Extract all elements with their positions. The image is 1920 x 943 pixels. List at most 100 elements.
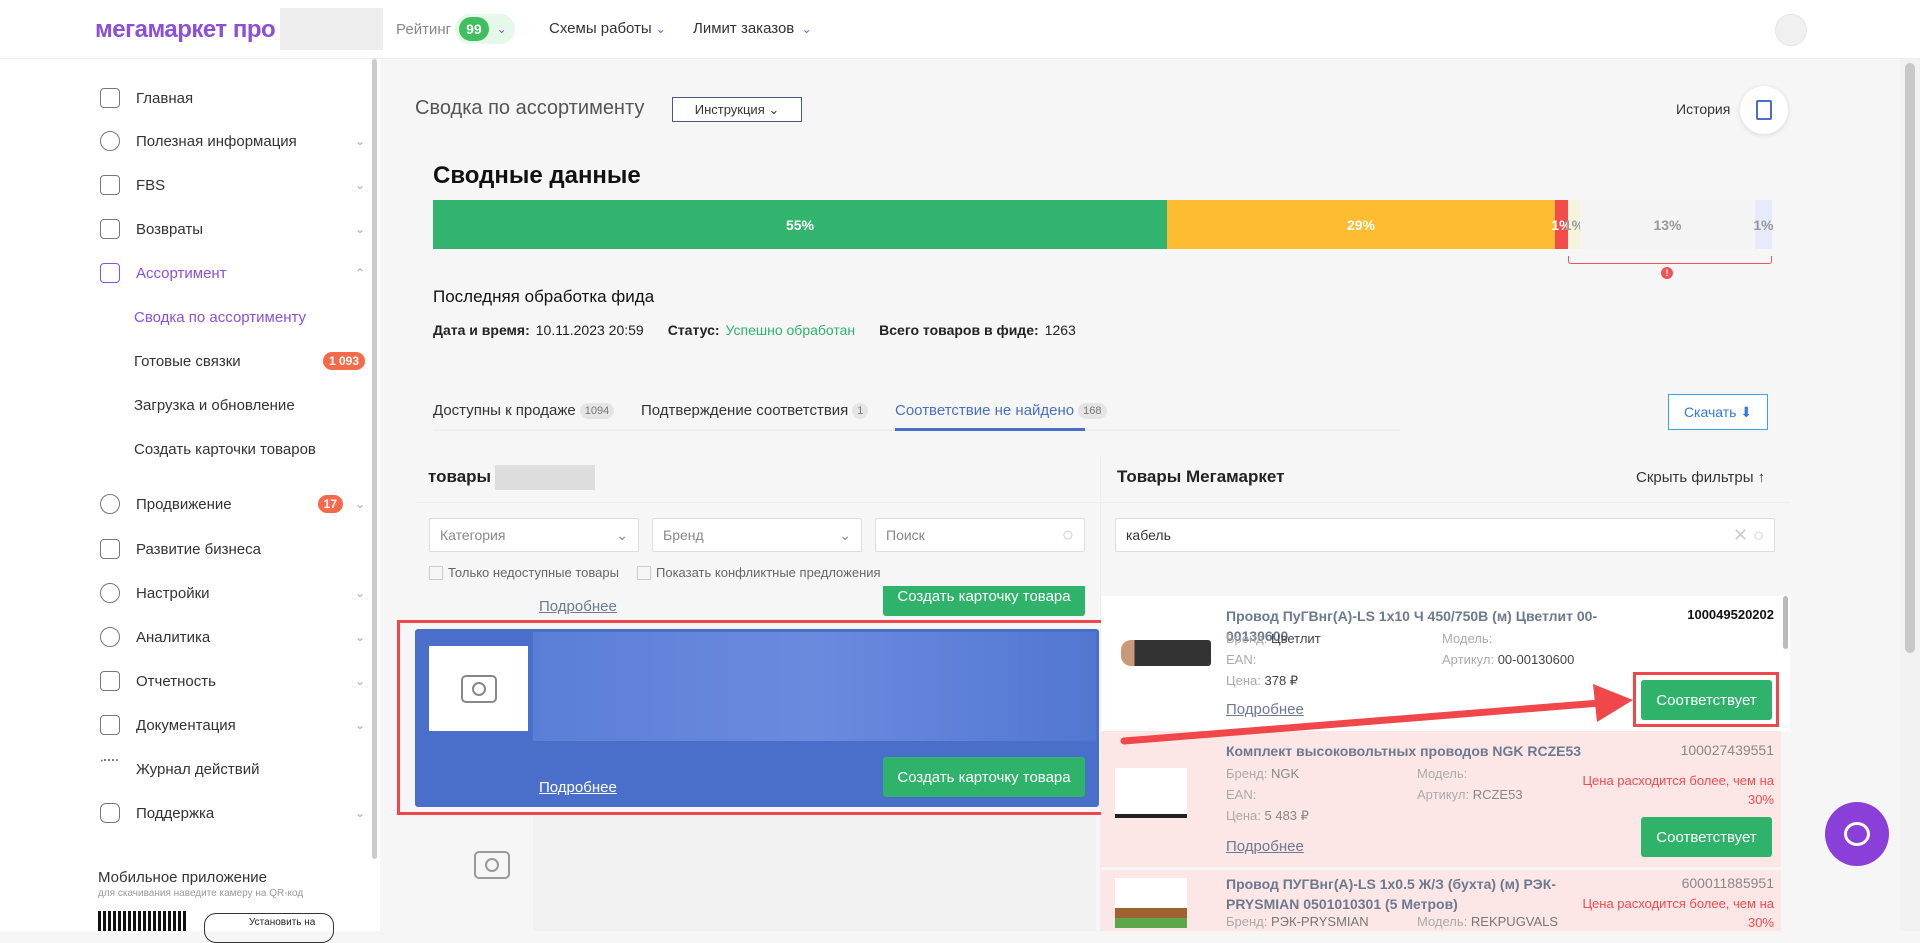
- status-label: Статус:: [667, 322, 720, 338]
- limit-menu[interactable]: Лимит заказов ⌄: [693, 20, 812, 37]
- sidebar-item-log[interactable]: Журнал действий: [100, 754, 365, 784]
- tab-confirmation[interactable]: Подтверждение соответствия 1: [641, 402, 869, 419]
- more-link[interactable]: Подробнее: [1226, 838, 1304, 855]
- product-id: 100049520202: [1687, 607, 1774, 622]
- list-icon: [100, 759, 120, 779]
- sidebar-sub-upload[interactable]: Загрузка и обновление: [134, 390, 365, 420]
- chat-icon: [1844, 822, 1870, 846]
- checkbox[interactable]: [429, 565, 443, 580]
- rating-value: 99: [459, 17, 489, 41]
- match-button[interactable]: Соответствует: [1641, 817, 1772, 857]
- label: Журнал действий: [136, 760, 260, 778]
- sidebar-item-home[interactable]: Главная: [100, 83, 365, 113]
- label: Развитие бизнеса: [136, 540, 261, 558]
- search-icon: ○: [1061, 523, 1074, 546]
- app-store-button[interactable]: Установить на: [204, 913, 334, 943]
- box-icon: [100, 175, 120, 195]
- chevron-down-icon: ⌄: [616, 526, 628, 543]
- label: Доступны к продаже: [433, 402, 576, 419]
- clear-search-icons[interactable]: ✕ ○: [1733, 525, 1764, 546]
- more-link[interactable]: Подробнее: [539, 598, 617, 615]
- brand-value: РЭК-PRYSMIAN: [1271, 914, 1369, 929]
- megamarket-search-input[interactable]: кабель ✕ ○: [1115, 518, 1775, 552]
- tab-not-found[interactable]: Соответствие не найдено 168: [895, 402, 1107, 419]
- sidebar-item-settings[interactable]: Настройки ⌄: [100, 578, 365, 608]
- sidebar-item-reports[interactable]: Отчетность ⌄: [100, 666, 365, 696]
- bar-segment[interactable]: 1%: [1753, 200, 1774, 249]
- rating[interactable]: Рейтинг 99 ⌄: [396, 14, 515, 44]
- instruction-button[interactable]: Инструкция ⌄: [672, 97, 802, 122]
- label: Загрузка и обновление: [134, 396, 295, 414]
- create-card-button[interactable]: Создать карточку товара: [883, 586, 1085, 616]
- sidebar-item-returns[interactable]: Возвраты ⌄: [100, 214, 365, 244]
- bar-segment[interactable]: 55%: [433, 200, 1167, 249]
- warning-bracket: [1568, 256, 1772, 264]
- logo[interactable]: мегамаркет про: [95, 16, 276, 44]
- page-scrollbar[interactable]: [1900, 59, 1920, 931]
- brand-select[interactable]: Бренд ⌄: [652, 518, 862, 552]
- warning-icon[interactable]: !: [1661, 267, 1673, 279]
- schemes-menu[interactable]: Схемы работы ⌄: [549, 20, 666, 37]
- scrollbar-thumb[interactable]: [1905, 63, 1915, 653]
- product-item: Комплект высоковольтных проводов NGK RCZ…: [1101, 731, 1781, 867]
- mobile-app-subtitle: для скачивания наведите камеру на QR-код: [98, 888, 304, 899]
- feed-title: Последняя обработка фида: [433, 287, 655, 306]
- ean-label: EAN:: [1226, 652, 1257, 667]
- price-label: Цена:: [1226, 808, 1261, 823]
- limit-label: Лимит заказов: [693, 20, 795, 37]
- sidebar-sub-bundles[interactable]: Готовые связки 1 093: [134, 346, 365, 376]
- date-label: Дата и время:: [433, 322, 530, 338]
- chevron-down-icon: ⌄: [354, 630, 365, 644]
- chevron-down-icon: ⌄: [655, 21, 666, 36]
- checkbox[interactable]: [637, 565, 651, 580]
- bar-segment[interactable]: 13%: [1580, 200, 1755, 249]
- product-meta-2: Модель: Артикул: 00-00130600: [1442, 628, 1574, 670]
- product-meta-2: Модель: REKPUGVALS: [1417, 911, 1558, 931]
- label: FBS: [136, 176, 166, 194]
- bar-segment[interactable]: 29%: [1167, 200, 1555, 249]
- tab-available[interactable]: Доступны к продаже 1094: [433, 402, 615, 419]
- sidebar-item-docs[interactable]: Документация ⌄: [100, 710, 365, 740]
- sidebar-item-analytics[interactable]: Аналитика ⌄: [100, 622, 365, 652]
- rating-pill[interactable]: 99 ⌄: [455, 14, 515, 44]
- chat-support-button[interactable]: [1825, 802, 1889, 866]
- history-label[interactable]: История: [1676, 101, 1730, 117]
- only-unavailable-checkbox[interactable]: Только недоступные товары: [429, 565, 619, 580]
- list-scrollbar[interactable]: [1783, 596, 1788, 649]
- sidebar-item-promotion[interactable]: Продвижение 17 ⌄: [100, 489, 365, 519]
- label: Показать конфликтные предложения: [656, 565, 881, 580]
- gear-icon: [100, 583, 120, 603]
- history-button[interactable]: [1740, 86, 1788, 134]
- home-icon: [100, 88, 120, 108]
- right-product-list: Провод ПуГВнг(А)-LS 1x10 Ч 450/750В (м) …: [1101, 596, 1790, 931]
- date-value: 10.11.2023 20:59: [535, 322, 644, 338]
- brand-label: Бренд:: [1226, 766, 1268, 781]
- sidebar-item-fbs[interactable]: FBS ⌄: [100, 170, 365, 200]
- product-image: [1121, 640, 1211, 666]
- show-conflicts-checkbox[interactable]: Показать конфликтные предложения: [637, 565, 881, 580]
- sidebar-sub-summary[interactable]: Сводка по ассортименту: [134, 302, 365, 332]
- sidebar-item-assortment[interactable]: Ассортимент ⌃: [100, 258, 365, 288]
- status-value: Успешно обработан: [725, 322, 856, 338]
- sidebar-scrollbar[interactable]: [372, 59, 377, 859]
- hide-filters-button[interactable]: Скрыть фильтры ↑: [1636, 469, 1765, 486]
- product-title: Комплект высоковольтных проводов NGK RCZ…: [1226, 743, 1582, 759]
- label: Поддержка: [136, 804, 215, 822]
- chevron-down-icon: ⌄: [354, 586, 365, 600]
- category-select[interactable]: Категория ⌄: [429, 518, 639, 552]
- arrow-up-icon: ↑: [1757, 469, 1766, 486]
- model-label: Модель:: [1417, 914, 1468, 929]
- product-image: [1115, 878, 1187, 928]
- user-avatar-icon[interactable]: [1775, 14, 1807, 46]
- sidebar-item-info[interactable]: Полезная информация ⌄: [100, 126, 365, 156]
- download-button[interactable]: Скачать ⬇: [1668, 394, 1768, 430]
- left-search-input[interactable]: Поиск ○: [875, 518, 1085, 552]
- sidebar-item-support[interactable]: Поддержка ⌄: [100, 798, 365, 828]
- count-badge: 17: [317, 495, 343, 513]
- bar-segment[interactable]: 1%: [1564, 200, 1584, 249]
- more-link[interactable]: Подробнее: [1226, 701, 1304, 718]
- sidebar-item-business[interactable]: Развитие бизнеса: [100, 534, 365, 564]
- product-meta: Бренд: NGK EAN: Цена: 5 483 ₽: [1226, 763, 1309, 826]
- sidebar-sub-create-cards[interactable]: Создать карточки товаров: [134, 434, 365, 464]
- brand-value: Цветлит: [1271, 631, 1321, 646]
